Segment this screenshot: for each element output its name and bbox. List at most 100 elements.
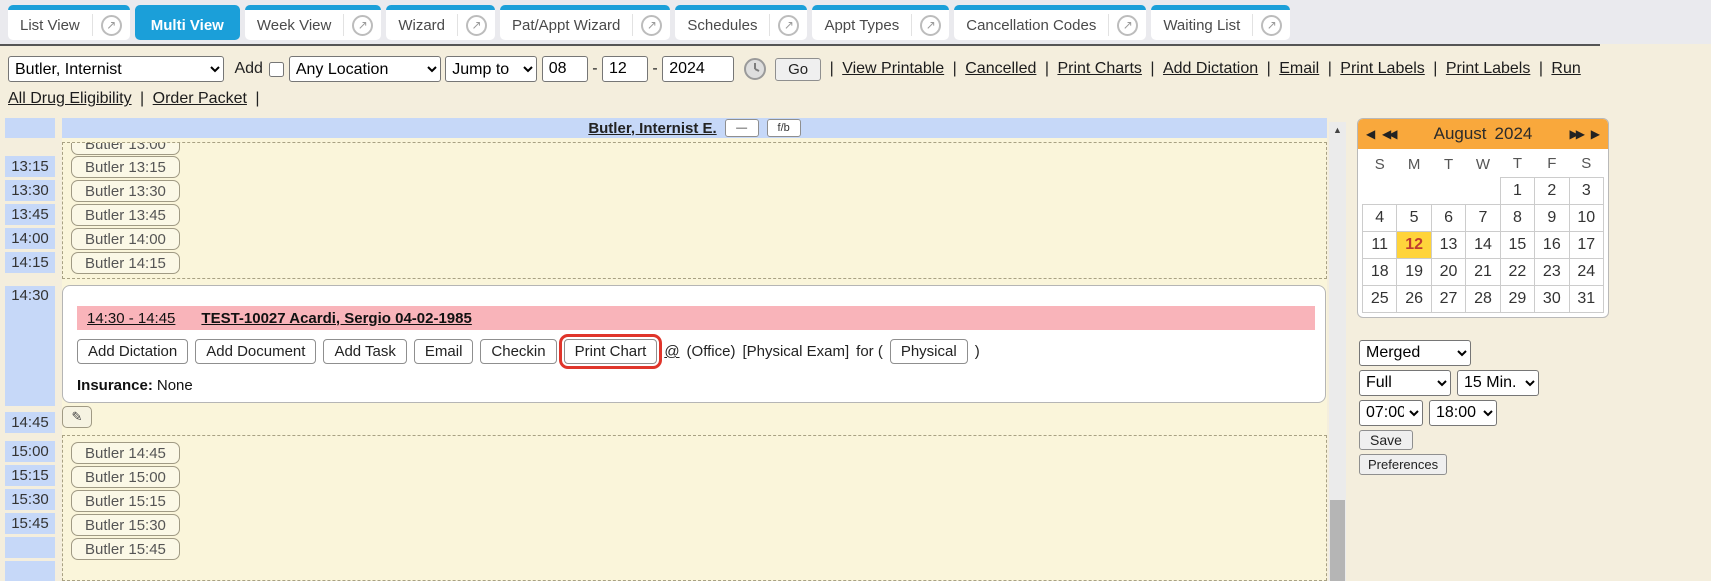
slot-button[interactable]: Butler 13:30 xyxy=(71,180,180,202)
calendar-day-cell[interactable]: 8 xyxy=(1500,204,1534,231)
calendar-day-cell[interactable]: 18 xyxy=(1363,258,1397,285)
slot-button[interactable]: Butler 15:45 xyxy=(71,538,180,560)
date-year-input[interactable] xyxy=(662,56,734,82)
slot-button[interactable]: Butler 15:00 xyxy=(71,466,180,488)
tab-wizard[interactable]: Wizard ↗ xyxy=(386,5,495,40)
add-dictation-button[interactable]: Add Dictation xyxy=(77,339,188,364)
add-checkbox[interactable] xyxy=(269,62,284,77)
calendar-day-cell[interactable]: 30 xyxy=(1535,285,1569,312)
link-add-dictation[interactable]: Add Dictation xyxy=(1163,60,1258,77)
calendar-day-cell[interactable]: 31 xyxy=(1569,285,1603,312)
interval-select[interactable]: 15 Min. xyxy=(1457,370,1539,396)
jump-to-select[interactable]: Jump to xyxy=(445,56,537,82)
calendar-day-cell[interactable]: 29 xyxy=(1500,285,1534,312)
link-print-labels[interactable]: Print Labels xyxy=(1340,60,1425,77)
slot-button[interactable]: Butler 13:00 xyxy=(71,143,180,155)
calendar-day-cell[interactable]: 19 xyxy=(1397,258,1431,285)
slot-button[interactable]: Butler 14:15 xyxy=(71,252,180,274)
slot-button[interactable]: Butler 14:00 xyxy=(71,228,180,250)
calendar-back-icon[interactable]: ◀ xyxy=(1366,119,1375,149)
location-select[interactable]: Any Location xyxy=(289,56,441,82)
checkin-button[interactable]: Checkin xyxy=(480,339,556,364)
schedule-scrollbar[interactable]: ▲ xyxy=(1329,122,1346,581)
print-chart-button[interactable]: Print Chart xyxy=(564,339,658,364)
tab-schedules[interactable]: Schedules ↗ xyxy=(675,5,807,40)
slot-button[interactable]: Butler 13:15 xyxy=(71,156,180,178)
calendar-day-cell[interactable]: 11 xyxy=(1363,231,1397,258)
slot-button[interactable]: Butler 15:30 xyxy=(71,514,180,536)
calendar-day-cell[interactable]: 4 xyxy=(1363,204,1397,231)
link-order-packet[interactable]: Order Packet xyxy=(153,90,247,107)
go-button[interactable]: Go xyxy=(775,58,821,81)
tab-cancellation-codes[interactable]: Cancellation Codes ↗ xyxy=(954,5,1146,40)
tab-pat-appt-wizard[interactable]: Pat/Appt Wizard ↗ xyxy=(500,5,670,40)
tab-appt-types[interactable]: Appt Types ↗ xyxy=(812,5,949,40)
calendar-day-cell[interactable]: 15 xyxy=(1500,231,1534,258)
date-month-input[interactable] xyxy=(542,56,588,82)
calendar-day-cell[interactable]: 5 xyxy=(1397,204,1431,231)
calendar-day-selected[interactable]: 12 xyxy=(1397,231,1431,258)
calendar-day-cell[interactable]: 16 xyxy=(1535,231,1569,258)
popout-icon[interactable]: ↗ xyxy=(1261,15,1282,36)
add-document-button[interactable]: Add Document xyxy=(195,339,316,364)
popout-icon[interactable]: ↗ xyxy=(920,15,941,36)
calendar-day-cell[interactable]: 13 xyxy=(1431,231,1465,258)
view-mode-select[interactable]: Merged xyxy=(1359,340,1471,366)
popout-icon[interactable]: ↗ xyxy=(352,15,373,36)
popout-icon[interactable]: ↗ xyxy=(466,15,487,36)
collapse-button[interactable]: — xyxy=(725,119,759,137)
email-button[interactable]: Email xyxy=(414,339,474,364)
link-print-labels-2[interactable]: Print Labels xyxy=(1446,60,1531,77)
appointment-patient-link[interactable]: TEST-10027 Acardi, Sergio 04-02-1985 xyxy=(201,310,471,327)
preferences-button[interactable]: Preferences xyxy=(1359,454,1447,475)
calendar-day-cell[interactable]: 6 xyxy=(1431,204,1465,231)
clock-icon[interactable] xyxy=(743,57,767,81)
calendar-forward-double-icon[interactable]: ▶▶ xyxy=(1570,119,1582,149)
popout-icon[interactable]: ↗ xyxy=(101,15,122,36)
end-time-select[interactable]: 18:00 xyxy=(1429,400,1497,426)
link-view-printable[interactable]: View Printable xyxy=(842,60,944,77)
tab-list-view[interactable]: List View ↗ xyxy=(8,5,130,40)
calendar-day-cell[interactable]: 23 xyxy=(1535,258,1569,285)
slot-button[interactable]: Butler 13:45 xyxy=(71,204,180,226)
calendar-day-cell[interactable]: 2 xyxy=(1535,177,1569,204)
calendar-day-cell[interactable]: 3 xyxy=(1569,177,1603,204)
tab-waiting-list[interactable]: Waiting List ↗ xyxy=(1151,5,1290,40)
appointment-type-button[interactable]: Physical xyxy=(890,339,968,364)
calendar-day-cell[interactable]: 25 xyxy=(1363,285,1397,312)
calendar-day-cell[interactable]: 14 xyxy=(1466,231,1500,258)
office-at-link[interactable]: @ xyxy=(664,343,679,360)
save-button[interactable]: Save xyxy=(1359,430,1413,450)
slot-button[interactable]: Butler 15:15 xyxy=(71,490,180,512)
link-print-charts[interactable]: Print Charts xyxy=(1057,60,1141,77)
calendar-day-cell[interactable]: 10 xyxy=(1569,204,1603,231)
scrollbar-thumb[interactable] xyxy=(1330,500,1345,581)
calendar-day-cell[interactable]: 9 xyxy=(1535,204,1569,231)
date-day-input[interactable] xyxy=(602,56,648,82)
popout-icon[interactable]: ↗ xyxy=(778,15,799,36)
calendar-day-cell[interactable]: 17 xyxy=(1569,231,1603,258)
link-cancelled[interactable]: Cancelled xyxy=(965,60,1036,77)
calendar-forward-icon[interactable]: ▶ xyxy=(1591,119,1600,149)
calendar-day-cell[interactable]: 20 xyxy=(1431,258,1465,285)
scroll-up-icon[interactable]: ▲ xyxy=(1329,122,1346,139)
appointment-time-link[interactable]: 14:30 - 14:45 xyxy=(87,310,175,327)
tab-week-view[interactable]: Week View ↗ xyxy=(245,5,381,40)
calendar-day-cell[interactable]: 26 xyxy=(1397,285,1431,312)
popout-icon[interactable]: ↗ xyxy=(641,15,662,36)
provider-header-link[interactable]: Butler, Internist E. xyxy=(588,120,716,137)
fb-button[interactable]: f/b xyxy=(767,119,801,137)
calendar-day-cell[interactable]: 28 xyxy=(1466,285,1500,312)
calendar-day-cell[interactable]: 22 xyxy=(1500,258,1534,285)
calendar-day-cell[interactable]: 7 xyxy=(1466,204,1500,231)
zoom-select[interactable]: Full xyxy=(1359,370,1451,396)
add-task-button[interactable]: Add Task xyxy=(323,339,406,364)
calendar-day-cell[interactable]: 21 xyxy=(1466,258,1500,285)
start-time-select[interactable]: 07:00 xyxy=(1359,400,1423,426)
tab-multi-view[interactable]: Multi View xyxy=(135,5,240,40)
calendar-back-double-icon[interactable]: ◀◀ xyxy=(1382,119,1394,149)
edit-appointment-button[interactable]: ✎ xyxy=(62,406,92,428)
link-email[interactable]: Email xyxy=(1279,60,1319,77)
calendar-day-cell[interactable]: 24 xyxy=(1569,258,1603,285)
popout-icon[interactable]: ↗ xyxy=(1117,15,1138,36)
